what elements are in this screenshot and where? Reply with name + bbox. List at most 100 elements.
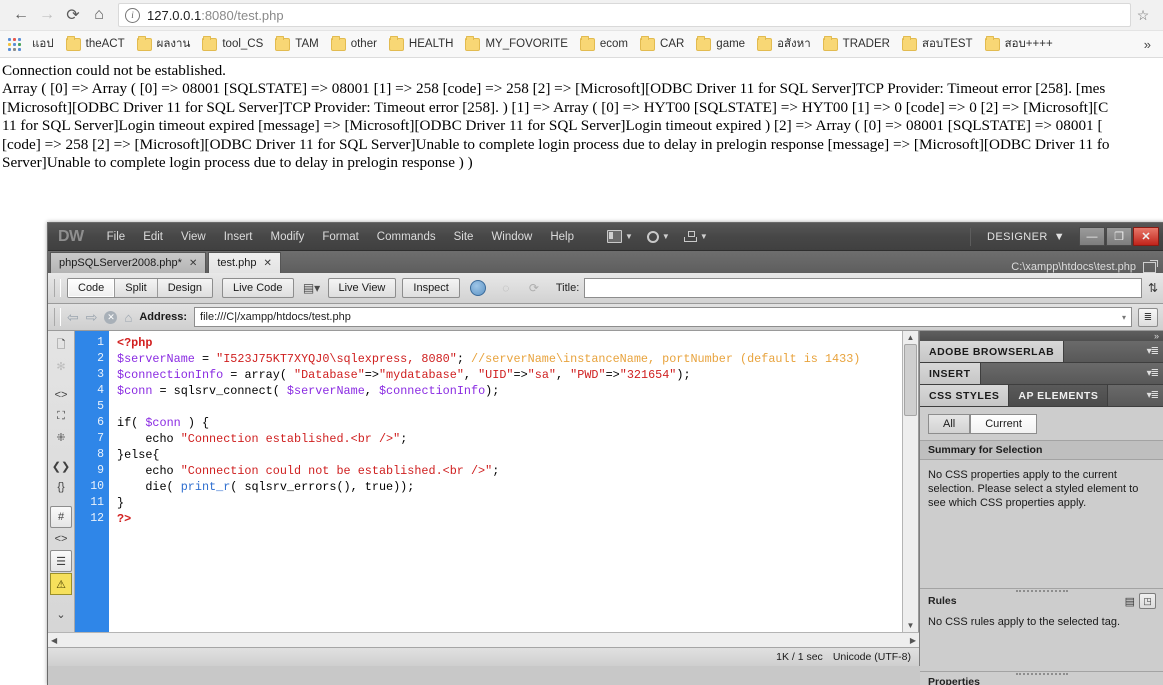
- document-tab-test[interactable]: test.php ✕: [208, 252, 281, 273]
- css-all-button[interactable]: All: [928, 414, 971, 434]
- line-numbers-icon[interactable]: #: [50, 506, 72, 528]
- nav-forward-icon[interactable]: ⇨: [86, 309, 98, 326]
- panel-menu-icon[interactable]: ▾≣: [1147, 368, 1163, 379]
- tab-css-styles[interactable]: CSS STYLES: [920, 385, 1010, 406]
- close-icon[interactable]: ✕: [189, 258, 197, 269]
- bookmark-item[interactable]: CAR: [634, 34, 690, 54]
- bookmark-item[interactable]: theACT: [60, 34, 131, 54]
- tab-ap-elements[interactable]: AP ELEMENTS: [1009, 385, 1109, 406]
- tab-insert[interactable]: INSERT: [920, 363, 981, 384]
- bookmark-item[interactable]: อสังหา: [751, 34, 817, 54]
- view-code-button[interactable]: Code: [68, 279, 116, 297]
- menu-file[interactable]: File: [98, 227, 135, 247]
- bookmark-item[interactable]: game: [690, 34, 751, 54]
- inspect-settings-icon[interactable]: ▤▾: [300, 278, 324, 298]
- menu-view[interactable]: View: [172, 227, 215, 247]
- file-management-icon[interactable]: ⇅: [1148, 281, 1158, 295]
- bookmark-item[interactable]: แอป: [26, 34, 60, 54]
- bookmark-star-icon[interactable]: ☆: [1131, 7, 1155, 24]
- bookmark-item[interactable]: ecom: [574, 34, 634, 54]
- nav-back-icon[interactable]: ⇦: [67, 309, 79, 326]
- inspect-button[interactable]: Inspect: [402, 278, 460, 298]
- close-button[interactable]: ✕: [1133, 227, 1159, 246]
- apps-grid-icon[interactable]: [8, 37, 21, 51]
- panel-menu-icon[interactable]: ▾≣: [1147, 346, 1163, 357]
- title-input[interactable]: [584, 278, 1142, 298]
- code-vertical-scrollbar[interactable]: ▲ ▼: [902, 331, 918, 632]
- syntax-error-alert-icon[interactable]: ⚠: [50, 573, 72, 595]
- dw-address-input[interactable]: file:///C|/xampp/htdocs/test.php ▾: [194, 307, 1132, 327]
- site-management-button[interactable]: ▼: [683, 231, 708, 242]
- menu-modify[interactable]: Modify: [262, 227, 314, 247]
- addressbar-grip[interactable]: [54, 308, 61, 326]
- scroll-thumb[interactable]: [904, 344, 917, 416]
- scroll-right-icon[interactable]: ▶: [910, 636, 916, 645]
- layout-switch-button[interactable]: ▼: [607, 230, 633, 243]
- bookmarks-overflow-icon[interactable]: »: [1138, 37, 1157, 52]
- collapse-full-tag-icon[interactable]: ✻: [51, 356, 71, 376]
- tab-adobe-browserlab[interactable]: ADOBE BROWSERLAB: [920, 341, 1065, 362]
- bookmark-item[interactable]: other: [325, 34, 383, 54]
- site-info-icon[interactable]: i: [125, 7, 140, 23]
- collapse-selection-icon[interactable]: <>: [51, 385, 71, 405]
- menu-edit[interactable]: Edit: [134, 227, 172, 247]
- maximize-button[interactable]: ❐: [1106, 227, 1132, 246]
- apply-comment-icon[interactable]: ☰: [50, 550, 72, 572]
- select-parent-tag-icon[interactable]: ❮❯: [51, 456, 71, 476]
- address-bar-input[interactable]: i 127.0.0.1:8080/test.php: [118, 3, 1131, 27]
- bookmark-item[interactable]: HEALTH: [383, 34, 460, 54]
- css-current-button[interactable]: Current: [970, 414, 1037, 434]
- highlight-invalid-code-icon[interactable]: <>: [51, 529, 71, 549]
- menu-insert[interactable]: Insert: [215, 227, 262, 247]
- document-tab-phpsqlserver2008[interactable]: phpSQLServer2008.php* ✕: [50, 252, 207, 273]
- expand-all-icon[interactable]: ⁜: [51, 427, 71, 447]
- bookmark-item[interactable]: TRADER: [817, 34, 896, 54]
- rules-list-icon[interactable]: ▤: [1125, 595, 1135, 608]
- extend-settings-button[interactable]: ▼: [646, 230, 670, 243]
- back-icon[interactable]: ←: [8, 2, 34, 28]
- panel-resize-grip[interactable]: [1016, 673, 1068, 675]
- more-options-icon[interactable]: ⌄: [51, 604, 71, 624]
- scroll-left-icon[interactable]: ◀: [51, 636, 57, 645]
- expand-panels-icon[interactable]: »: [1154, 331, 1159, 341]
- bookmark-item[interactable]: สอบTEST: [896, 34, 979, 54]
- nav-home-icon[interactable]: ⌂: [124, 310, 132, 325]
- bookmark-item[interactable]: tool_CS: [196, 34, 269, 54]
- panel-menu-icon[interactable]: ▾≣: [1147, 390, 1163, 401]
- bookmark-item[interactable]: MY_FOVORITE: [459, 34, 573, 54]
- view-split-button[interactable]: Split: [115, 279, 158, 297]
- minimize-button[interactable]: —: [1079, 227, 1105, 246]
- restore-window-icon[interactable]: [1143, 259, 1158, 273]
- close-icon[interactable]: ✕: [263, 258, 271, 269]
- scroll-up-icon[interactable]: ▲: [907, 333, 915, 342]
- home-icon[interactable]: ⌂: [86, 2, 112, 28]
- toolbar-grip[interactable]: [54, 279, 61, 297]
- bookmark-item[interactable]: TAM: [269, 34, 324, 54]
- balance-braces-icon[interactable]: {}: [51, 477, 71, 497]
- address-list-icon[interactable]: ≣: [1138, 307, 1158, 327]
- menu-help[interactable]: Help: [541, 227, 583, 247]
- view-design-button[interactable]: Design: [157, 279, 212, 297]
- rules-cascade-icon[interactable]: ◳: [1139, 593, 1156, 609]
- bookmark-item[interactable]: ผลงาน: [131, 34, 197, 54]
- dock-expand-bar[interactable]: »: [920, 331, 1163, 341]
- preview-in-browser-button[interactable]: [466, 278, 490, 298]
- live-code-button[interactable]: Live Code: [221, 278, 294, 298]
- menu-site[interactable]: Site: [445, 227, 483, 247]
- menu-format[interactable]: Format: [313, 227, 367, 247]
- open-documents-icon[interactable]: 🗋: [51, 335, 71, 355]
- chevron-down-icon[interactable]: ▾: [1122, 313, 1126, 322]
- bookmark-item[interactable]: สอบ++++: [979, 34, 1059, 54]
- code-text-area[interactable]: <?php $serverName = "I523J75KT7XYQJ0\sqle…: [109, 331, 902, 632]
- panel-resize-grip[interactable]: [1016, 590, 1068, 592]
- forward-icon[interactable]: →: [34, 2, 60, 28]
- refresh-design-view-button[interactable]: ⟳: [522, 278, 546, 298]
- code-horizontal-scrollbar[interactable]: ◀ ▶: [48, 632, 919, 647]
- expand-selection-icon[interactable]: ⛶: [51, 406, 71, 426]
- live-view-button[interactable]: Live View: [327, 278, 397, 298]
- menu-commands[interactable]: Commands: [368, 227, 445, 247]
- workspace-switcher[interactable]: DESIGNER ▼: [970, 227, 1071, 246]
- scroll-down-icon[interactable]: ▼: [907, 621, 915, 630]
- reload-icon[interactable]: ⟳: [60, 2, 86, 28]
- visual-aids-button[interactable]: ◌: [494, 278, 518, 298]
